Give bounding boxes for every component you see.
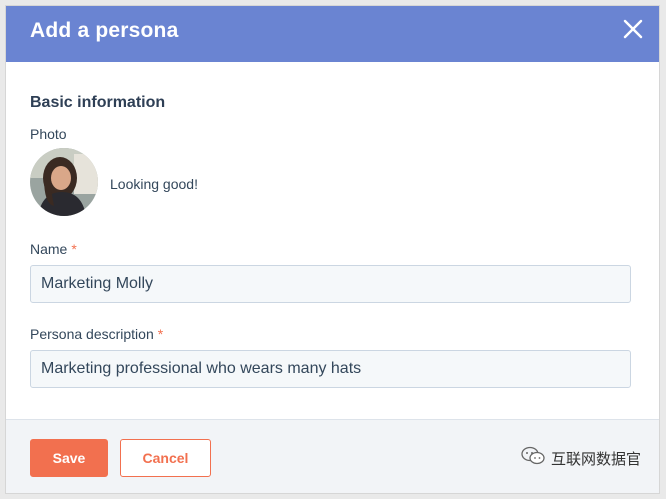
- watermark-text: 互联网数据官: [550, 450, 641, 468]
- name-input[interactable]: [30, 265, 631, 303]
- close-icon[interactable]: [619, 15, 647, 43]
- cancel-button[interactable]: Cancel: [120, 439, 211, 477]
- wechat-icon: [521, 446, 545, 470]
- description-label-text: Persona description: [30, 326, 154, 342]
- photo-label: Photo: [30, 126, 67, 142]
- description-label: Persona description *: [30, 326, 163, 342]
- required-marker: *: [71, 241, 77, 257]
- save-button[interactable]: Save: [30, 439, 108, 477]
- section-title: Basic information: [30, 94, 166, 111]
- name-label: Name *: [30, 241, 77, 257]
- dialog-title: Add a persona: [30, 19, 179, 42]
- description-input[interactable]: [30, 350, 631, 388]
- dialog-footer: Save Cancel 互联网数据官: [6, 419, 659, 493]
- name-label-text: Name: [30, 241, 68, 257]
- watermark: 互联网数据官: [521, 446, 641, 470]
- avatar[interactable]: [30, 148, 98, 216]
- dialog-header: Add a persona: [6, 6, 659, 62]
- add-persona-dialog: Add a persona Basic information Photo Lo…: [5, 5, 660, 494]
- required-marker: *: [157, 326, 164, 342]
- avatar-caption: Looking good!: [110, 176, 198, 192]
